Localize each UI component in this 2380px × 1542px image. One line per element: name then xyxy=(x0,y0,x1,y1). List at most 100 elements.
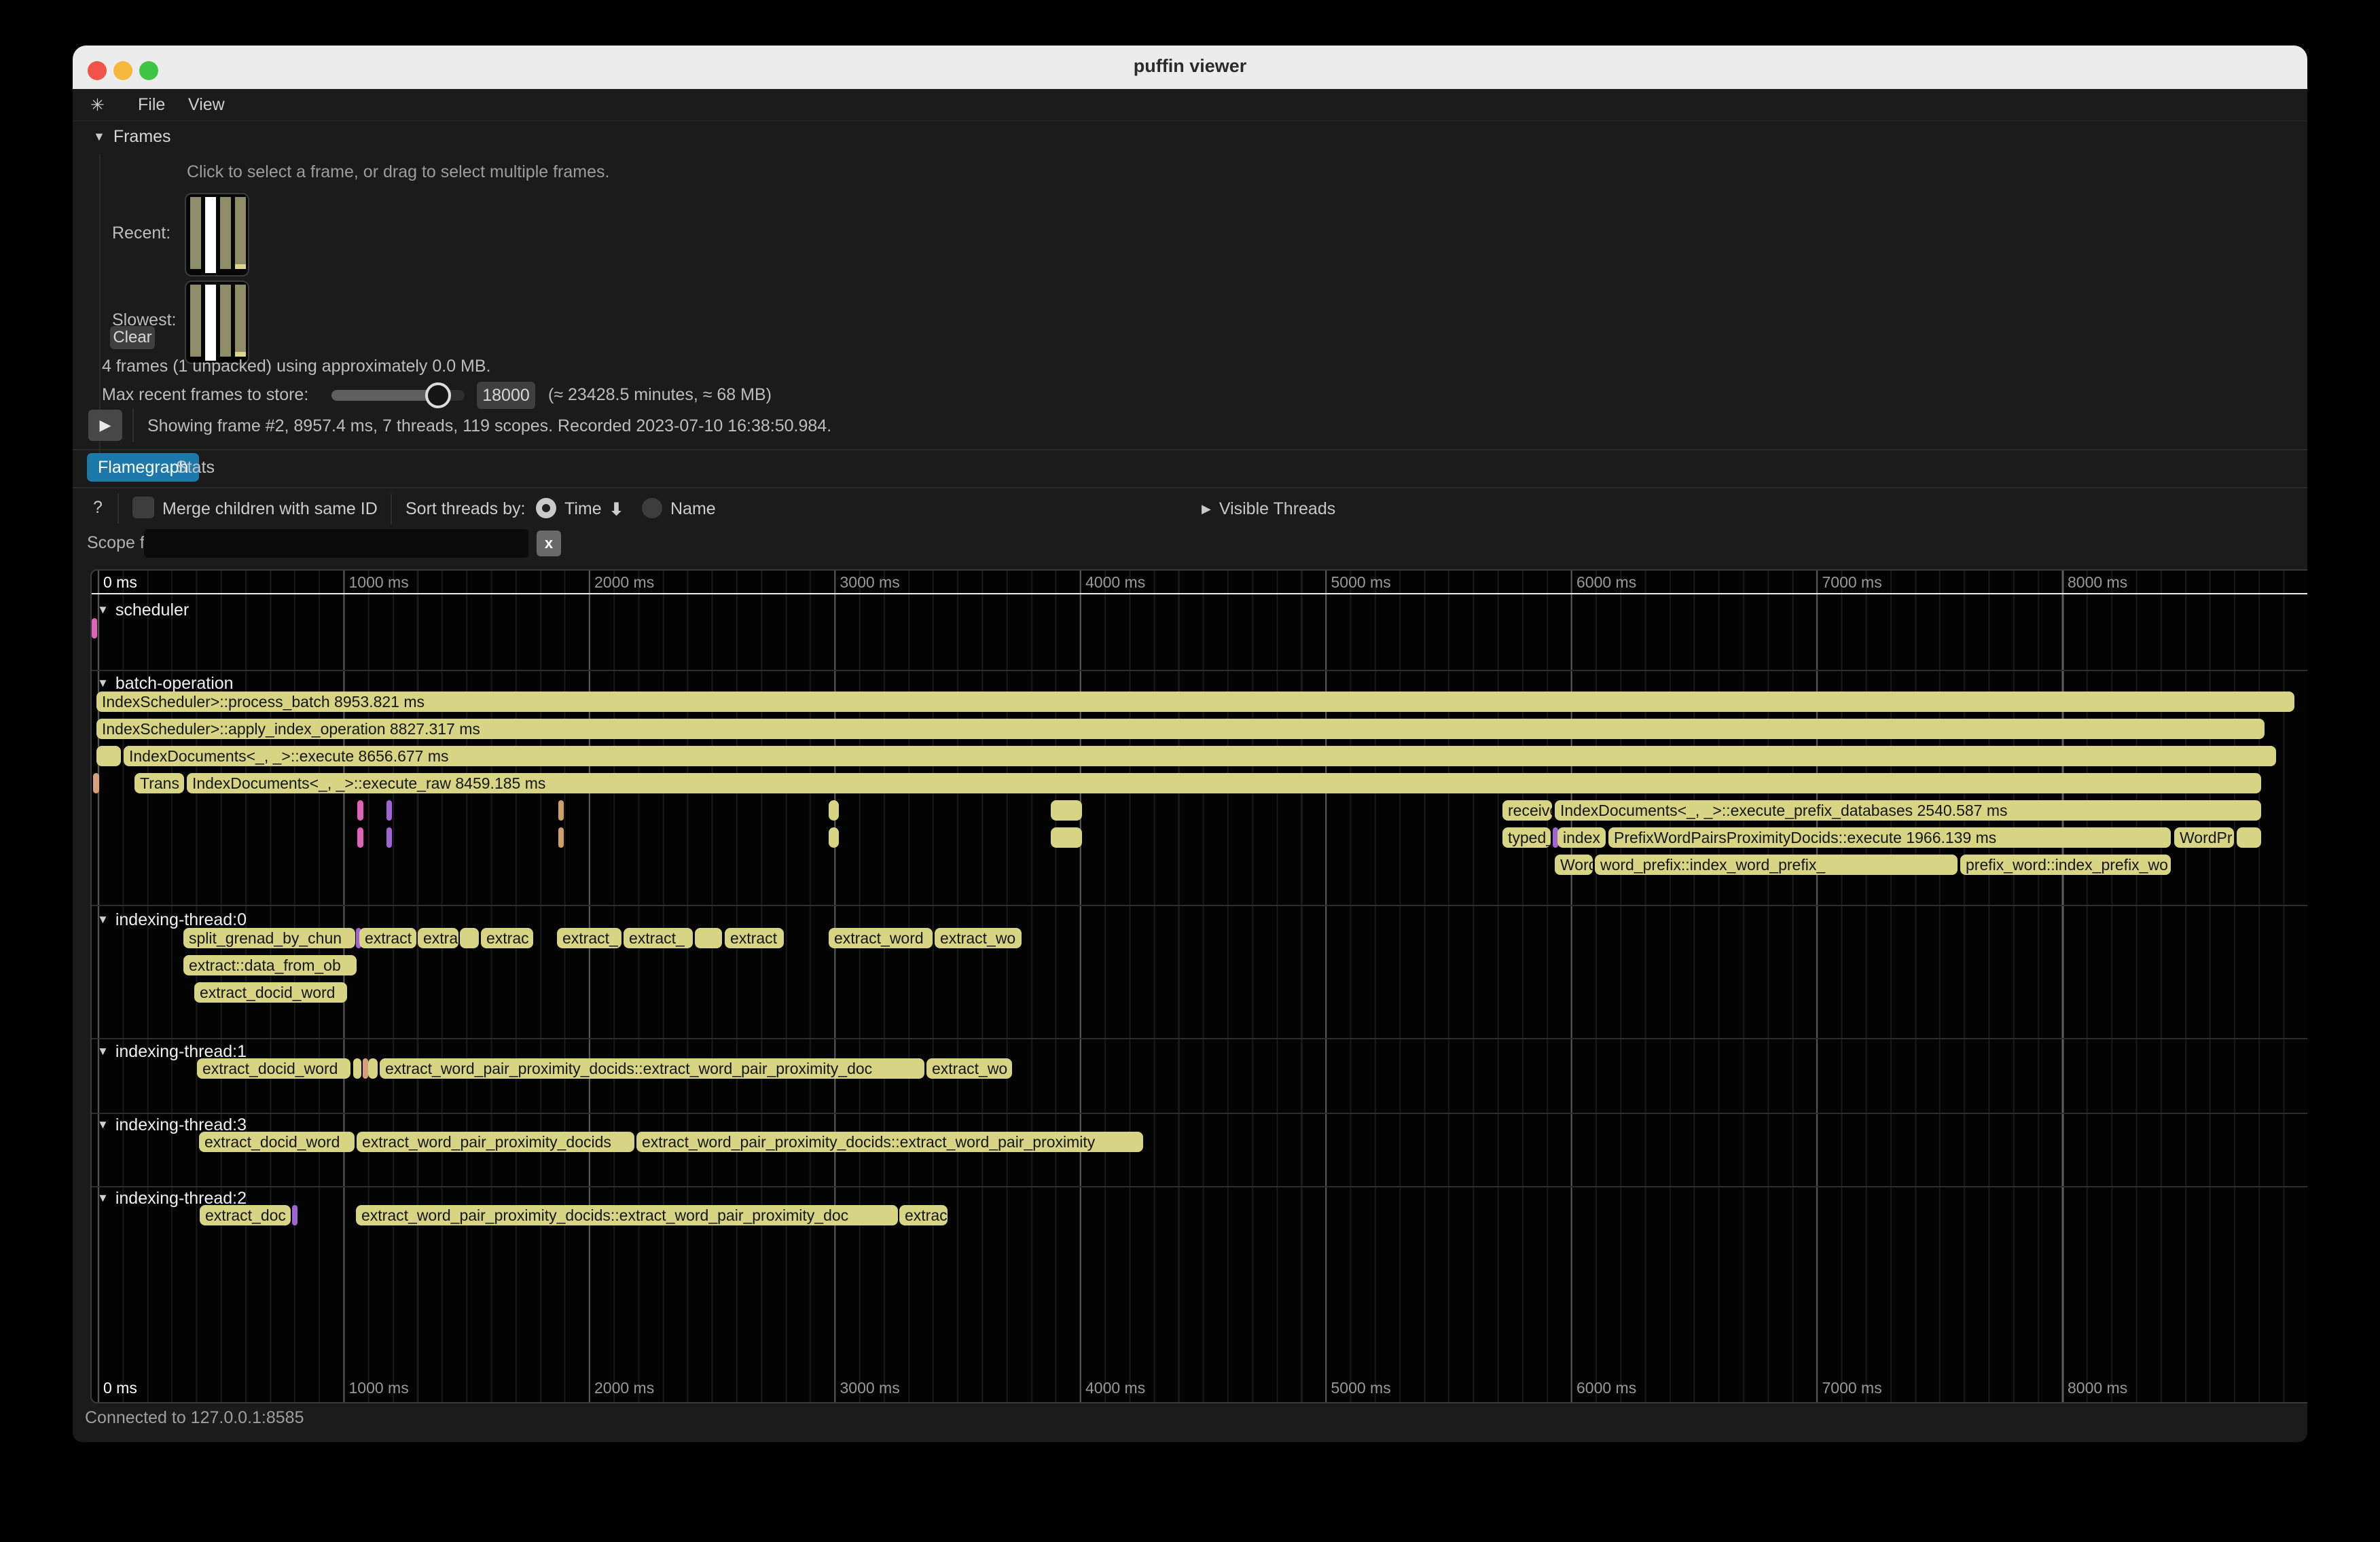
flamegraph-scope-bar[interactable]: extract::data_from_ob xyxy=(183,955,357,975)
sort-direction-arrow-icon[interactable]: ⬇ xyxy=(609,499,624,520)
frames-usage-text: 4 frames (1 unpacked) using approximatel… xyxy=(102,357,491,376)
flamegraph-scope-marker[interactable] xyxy=(92,618,97,639)
scope-filter-input[interactable] xyxy=(144,529,528,558)
flamegraph-scope-marker[interactable] xyxy=(558,800,564,821)
frame-duration-bar[interactable] xyxy=(235,285,246,357)
flamegraph-scope-bar[interactable]: extrac xyxy=(481,928,533,948)
flamegraph-scope-bar[interactable]: WordPr xyxy=(2174,827,2234,848)
sort-name-label[interactable]: Name xyxy=(670,499,716,519)
flamegraph-scope-marker[interactable] xyxy=(2237,827,2261,848)
tab-stats[interactable]: Stats xyxy=(169,453,221,482)
flamegraph-scope-bar[interactable]: IndexDocuments<_, _>::execute_prefix_dat… xyxy=(1555,800,2261,821)
theme-toggle-icon[interactable]: ✳ xyxy=(90,95,105,115)
flamegraph-scope-marker[interactable] xyxy=(695,928,722,948)
flamegraph-scope-bar[interactable]: extract_wo xyxy=(926,1058,1012,1079)
flamegraph-scope-bar[interactable]: extra xyxy=(418,928,458,948)
flamegraph-scope-bar[interactable]: PrefixWordPairsProximityDocids::execute … xyxy=(1608,827,2171,848)
flamegraph-scope-bar[interactable]: word_prefix::index_word_prefix_ xyxy=(1595,855,1958,875)
flamegraph-scope-bar[interactable]: receive_typed_ xyxy=(1502,800,1552,821)
flamegraph-scope-bar[interactable]: extract_doc xyxy=(200,1205,291,1225)
flamegraph-scope-bar[interactable]: extract_docid_word xyxy=(199,1132,355,1152)
flamegraph-scope-bar[interactable]: index xyxy=(1557,827,1606,848)
flamegraph-scope-bar[interactable]: Trans xyxy=(134,773,184,793)
menu-file[interactable]: File xyxy=(138,95,165,115)
flamegraph-scope-bar[interactable]: split_grenad_by_chun xyxy=(183,928,355,948)
desktop: { "window": { "title": "puffin viewer" }… xyxy=(0,0,2380,1542)
flamegraph-scope-marker[interactable] xyxy=(460,928,479,948)
flamegraph-scope-bar[interactable]: IndexDocuments<_, _>::execute 8656.677 m… xyxy=(124,746,2276,766)
frame-duration-bar[interactable] xyxy=(190,285,201,357)
menu-view[interactable]: View xyxy=(188,95,225,115)
play-button[interactable]: ▶ xyxy=(88,410,122,441)
flamegraph-scope-bar[interactable]: typed_chunk::w xyxy=(1502,827,1551,848)
flamegraph-scope-marker[interactable] xyxy=(829,800,839,821)
help-button[interactable]: ? xyxy=(93,498,103,518)
frame-duration-bar[interactable] xyxy=(220,285,231,357)
max-frames-note: (≈ 23428.5 minutes, ≈ 68 MB) xyxy=(548,385,772,405)
flamegraph-scope-bar[interactable]: IndexDocuments<_, _>::execute_raw 8459.1… xyxy=(187,773,2261,793)
sort-time-radio[interactable] xyxy=(536,498,556,518)
frame-duration-bar[interactable] xyxy=(205,197,216,273)
flamegraph-scope-marker[interactable] xyxy=(363,1058,368,1079)
flamegraph-scope-marker[interactable] xyxy=(1051,827,1082,848)
flamegraph-scope-bar[interactable]: IndexScheduler>::apply_index_operation 8… xyxy=(96,719,2265,739)
flamegraph-scope-marker[interactable] xyxy=(386,827,392,848)
flamegraph-scope-marker[interactable] xyxy=(386,800,392,821)
flamegraph-scope-bar[interactable]: extract xyxy=(725,928,784,948)
flamegraph-scope-marker[interactable] xyxy=(558,827,564,848)
flamegraph-scope-marker[interactable] xyxy=(829,827,839,848)
flamegraph-scope-bar[interactable]: prefix_word::index_prefix_wo xyxy=(1960,855,2171,875)
collapse-triangle-icon: ▼ xyxy=(93,130,105,143)
flamegraph-scope-marker[interactable] xyxy=(96,746,121,766)
flamegraph-scope-bar[interactable]: extract_docid_word xyxy=(197,1058,350,1079)
clear-button[interactable]: Clear xyxy=(110,326,155,349)
flamegraph-scope-bar[interactable]: extract_word_pair_proximity_docids::extr… xyxy=(356,1205,898,1225)
frame-duration-bar[interactable] xyxy=(235,197,246,269)
frame-duration-bar[interactable] xyxy=(205,285,216,361)
flamegraph-scope-bar[interactable]: extrac xyxy=(899,1205,948,1225)
flamegraph-scope-bar[interactable]: extract_docid_word xyxy=(194,982,347,1003)
thread-header[interactable]: ▼batch-operation xyxy=(97,674,234,694)
flamegraph-scope-bar[interactable]: extract_ xyxy=(557,928,621,948)
flamegraph-scope-bar[interactable]: extract_word_pair_proximity_docids::extr… xyxy=(636,1132,1143,1152)
recent-frames-thumbnail[interactable] xyxy=(185,193,249,276)
flamegraph-scope-bar[interactable]: Word xyxy=(1555,855,1593,875)
flamegraph-scope-bar[interactable]: extract_ xyxy=(624,928,693,948)
merge-children-label: Merge children with same ID xyxy=(162,499,378,519)
time-tick-label: 5000 ms xyxy=(1331,573,1391,592)
flamegraph-scope-bar[interactable]: extract_word_pair_proximity_docids xyxy=(357,1132,634,1152)
flamegraph-scope-bar[interactable]: extract_word xyxy=(829,928,933,948)
scope-filter-clear-button[interactable]: x xyxy=(537,531,561,556)
flamegraph-scope-bar[interactable]: IndexScheduler>::process_batch 8953.821 … xyxy=(96,692,2294,712)
frame-duration-bar[interactable] xyxy=(220,197,231,269)
flamegraph-scope-marker[interactable] xyxy=(368,1058,378,1079)
flamegraph-scope-bar[interactable]: extract_word_pair_proximity_docids::extr… xyxy=(380,1058,924,1079)
sort-name-radio[interactable] xyxy=(642,498,662,518)
flamegraph-scope-marker[interactable] xyxy=(292,1205,298,1225)
section-separator xyxy=(92,1186,2307,1187)
thread-name: scheduler xyxy=(115,600,189,620)
max-frames-value[interactable]: 18000 xyxy=(477,382,535,409)
flamegraph-scope-marker[interactable] xyxy=(357,800,363,821)
flamegraph-canvas[interactable]: 0 ms0 ms1000 ms1000 ms2000 ms2000 ms3000… xyxy=(92,571,2307,1402)
collapsed-triangle-icon: ▶ xyxy=(1202,502,1211,516)
merge-children-checkbox[interactable] xyxy=(132,497,154,518)
flamegraph-scope-marker[interactable] xyxy=(93,773,99,793)
flamegraph-scope-marker[interactable] xyxy=(1051,800,1082,821)
sort-time-label[interactable]: Time xyxy=(564,499,602,519)
thread-header[interactable]: ▼indexing-thread:0 xyxy=(97,910,247,930)
slowest-frames-thumbnail[interactable] xyxy=(185,281,249,364)
window-title: puffin viewer xyxy=(73,56,2307,77)
frame-status-text: Showing frame #2, 8957.4 ms, 7 threads, … xyxy=(147,416,831,436)
flamegraph-scope-bar[interactable]: extract xyxy=(359,928,416,948)
time-tick-label: 1000 ms xyxy=(349,1379,409,1397)
frame-duration-bar[interactable] xyxy=(190,197,201,269)
frames-section-header[interactable]: ▼Frames xyxy=(93,127,171,147)
flamegraph-scope-marker[interactable] xyxy=(357,827,363,848)
visible-threads-header[interactable]: ▶Visible Threads xyxy=(1202,499,1335,519)
max-frames-slider-knob[interactable] xyxy=(425,382,451,408)
flamegraph-scope-bar[interactable]: extract_wo xyxy=(935,928,1022,948)
divider xyxy=(73,449,2307,450)
flamegraph-scope-marker[interactable] xyxy=(353,1058,361,1079)
thread-header[interactable]: ▼scheduler xyxy=(97,600,189,620)
